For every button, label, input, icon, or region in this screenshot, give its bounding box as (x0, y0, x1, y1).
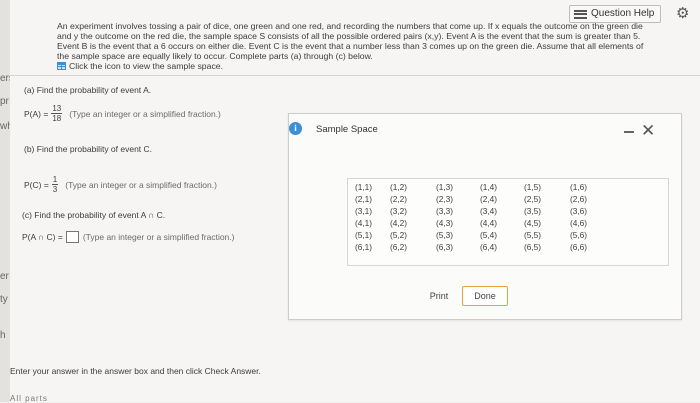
close-icon[interactable]: ✕ (641, 122, 655, 139)
sample-space-cell: (5,1) (355, 230, 373, 240)
sample-space-link-label: Click the icon to view the sample space. (69, 61, 224, 71)
intro-line: An experiment involves tossing a pair of… (57, 21, 643, 31)
sample-space-cell: (3,2) (390, 206, 408, 216)
sample-space-cell: (5,5) (524, 230, 542, 240)
part-a-lhs: P(A) = (24, 108, 49, 119)
gear-icon[interactable]: ⚙ (676, 6, 689, 21)
part-a-fraction[interactable]: 13 18 (51, 104, 63, 123)
sample-space-cell: (3,6) (570, 206, 588, 216)
sample-space-cell: (3,3) (436, 206, 454, 216)
sample-space-cell: (2,1) (355, 194, 373, 204)
sample-space-cell: (4,5) (524, 218, 542, 228)
part-a-hint: (Type an integer or a simplified fractio… (69, 108, 221, 119)
print-button[interactable]: Print (422, 286, 456, 306)
left-fragment: h (0, 330, 6, 341)
part-c-answer-input[interactable] (65, 231, 79, 243)
sample-space-cell: (1,6) (570, 182, 588, 192)
left-fragment: er (0, 271, 9, 282)
sample-space-cell: (4,3) (436, 218, 454, 228)
left-fragment: pr (0, 96, 9, 107)
sample-space-cell: (6,6) (570, 242, 588, 252)
part-b-label: (b) Find the probability of event C. (24, 144, 153, 154)
part-b-answer: P(C) = 1 3 (Type an integer or a simplif… (24, 175, 217, 194)
sample-space-cell: (1,1) (355, 182, 373, 192)
part-b-numerator[interactable]: 1 (51, 175, 59, 185)
part-b-fraction[interactable]: 1 3 (51, 175, 59, 194)
done-button[interactable]: Done (462, 286, 508, 306)
part-b-lhs: P(C) = (24, 179, 49, 190)
sample-space-cell: (2,2) (390, 194, 408, 204)
part-b-denominator[interactable]: 3 (53, 185, 57, 194)
sample-space-cell: (1,3) (436, 182, 454, 192)
sample-space-cell: (1,2) (390, 182, 408, 192)
sample-space-cell: (5,6) (570, 230, 588, 240)
part-c-hint: (Type an integer or a simplified fractio… (82, 232, 235, 242)
part-b-hint: (Type an integer or a simplified fractio… (65, 179, 217, 190)
part-a-denominator[interactable]: 18 (52, 114, 61, 123)
sample-space-cell: (1,4) (480, 182, 498, 192)
sample-space-cell: (2,4) (480, 194, 498, 204)
intro-line: Event B is the event that a 6 occurs on … (57, 41, 644, 51)
list-icon (574, 9, 587, 19)
part-c-answer: P(A ∩ C) = (Type an integer or a simplif… (22, 231, 234, 243)
sample-space-cell: (6,1) (355, 242, 373, 252)
sample-space-cell: (3,1) (355, 206, 373, 216)
sample-space-cell: (6,2) (390, 242, 408, 252)
sample-space-cell: (4,6) (570, 218, 588, 228)
part-a-answer: P(A) = 13 18 (Type an integer or a simpl… (24, 104, 221, 123)
sample-space-cell: (6,4) (480, 242, 498, 252)
sample-space-link[interactable]: Click the icon to view the sample space. (57, 61, 679, 71)
sample-space-cell: (2,5) (524, 194, 542, 204)
part-c-lhs: P(A ∩ C) = (22, 232, 63, 242)
minimize-icon[interactable] (624, 131, 634, 133)
sample-space-cell: (5,2) (390, 230, 408, 240)
part-a-label: (a) Find the probability of event A. (24, 85, 152, 95)
divider (10, 75, 700, 76)
part-c-label: (c) Find the probability of event A ∩ C. (22, 210, 166, 220)
sample-space-cell: (1,5) (524, 182, 542, 192)
sample-space-cell: (6,3) (436, 242, 454, 252)
info-icon: i (289, 122, 302, 135)
part-a-numerator[interactable]: 13 (51, 104, 63, 114)
intro-line: the sample space are equally likely to o… (57, 51, 373, 61)
sample-space-cell: (3,5) (524, 206, 542, 216)
sample-space-dialog: i Sample Space ✕ (1,1) (2,1) (3,1) (4,1) (5,… (288, 113, 682, 320)
answer-instruction: Enter your answer in the answer box and … (10, 366, 261, 376)
sample-space-cell: (2,6) (570, 194, 588, 204)
table-icon[interactable] (57, 62, 66, 70)
sample-space-cell: (5,4) (480, 230, 498, 240)
dialog-title: Sample Space (316, 124, 378, 135)
sample-space-cell: (4,2) (390, 218, 408, 228)
sample-space-cell: (4,1) (355, 218, 373, 228)
sample-space-cell: (2,3) (436, 194, 454, 204)
sample-space-cell: (4,4) (480, 218, 498, 228)
question-help-label: Question Help (591, 8, 655, 19)
sample-space-cell: (5,3) (436, 230, 454, 240)
sample-space-cell: (3,4) (480, 206, 498, 216)
question-text: An experiment involves tossing a pair of… (57, 21, 679, 71)
sample-space-cell: (6,5) (524, 242, 542, 252)
left-fragment: ty (0, 294, 8, 305)
intro-line: and y the outcome on the red die, the sa… (57, 31, 641, 41)
